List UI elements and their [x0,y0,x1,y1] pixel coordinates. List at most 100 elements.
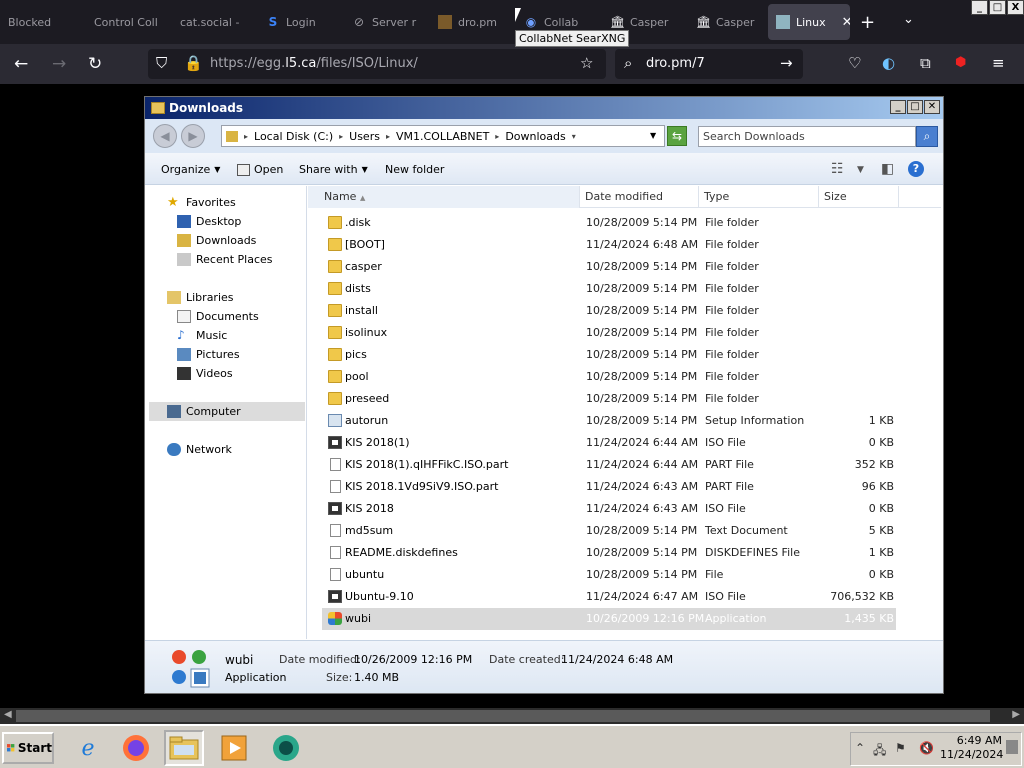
explorer-minimize-button[interactable]: _ [890,100,906,114]
windows-explorer-icon[interactable] [164,730,204,766]
organize-button[interactable]: Organize ▼ [161,163,220,176]
nav-pictures[interactable]: Pictures [177,348,240,361]
file-row[interactable]: KIS 2018.1Vd9SiV9.ISO.part 11/24/2024 6:4… [322,476,896,498]
extensions-icon[interactable]: ⧉ [920,54,931,72]
explorer-forward-button[interactable]: ▶ [181,124,205,148]
close-tab-icon[interactable]: ✕ [842,15,850,30]
file-row[interactable]: autorun 10/28/2009 5:14 PM Setup Informati… [322,410,896,432]
file-row[interactable]: pics 10/28/2009 5:14 PM File folder [322,344,896,366]
file-row[interactable]: KIS 2018(1).qIHFFikC.ISO.part 11/24/2024 … [322,454,896,476]
column-date-modified[interactable]: Date modified [580,186,699,208]
nav-favorites[interactable]: ★ Favorites [167,196,236,209]
breadcrumb[interactable]: ▸ Local Disk (C:) ▸ Users ▸ VM1.COLLABNE… [221,125,665,147]
address-dropdown-icon[interactable]: ▼ [650,131,656,140]
show-desktop-button[interactable] [1006,740,1018,754]
tab-login[interactable]: S Login [258,4,342,40]
ublock-icon[interactable]: ⬢ [955,54,966,72]
crumb-downloads[interactable]: Downloads [505,130,565,143]
scroll-right-icon[interactable]: ▶ [1012,709,1020,720]
change-view-icon[interactable]: ☷ [831,161,844,177]
tab-blocked[interactable]: Blocked [0,4,82,40]
tab-cat-social[interactable]: cat.social - [172,4,256,40]
scrollbar-thumb[interactable] [16,710,990,722]
new-folder-button[interactable]: New folder [385,163,444,176]
view-options-dropdown-icon[interactable]: ▼ [857,165,864,175]
network-tray-icon[interactable]: 🖧 [873,741,886,762]
crumb-separator[interactable]: ▸ [244,132,248,141]
file-row[interactable]: preseed 10/28/2009 5:14 PM File folder [322,388,896,410]
explorer-title-bar[interactable]: Downloads [145,97,943,119]
search-bar-text[interactable]: dro.pm/7 [646,56,705,71]
internet-explorer-icon[interactable]: ℯ [68,730,108,766]
minimize-button[interactable]: _ [971,0,988,15]
crumb-separator[interactable]: ▸ [495,132,499,141]
search-button-icon[interactable]: ⌕ [916,126,938,147]
help-icon[interactable]: ? [908,161,924,177]
preview-pane-icon[interactable]: ◧ [881,161,894,177]
restore-button[interactable]: □ [989,0,1006,15]
back-icon[interactable]: ← [14,54,28,74]
nav-libraries[interactable]: Libraries [167,291,234,304]
media-player-icon[interactable] [214,730,254,766]
nav-recent-places[interactable]: Recent Places [177,253,273,266]
menu-icon[interactable]: ≡ [992,54,1005,72]
nav-documents[interactable]: Documents [177,310,259,323]
explorer-back-button[interactable]: ◀ [153,124,177,148]
explorer-maximize-button[interactable]: □ [907,100,923,114]
url-text[interactable]: https://egg.l5.ca/files/ISO/Linux/ [210,56,418,71]
tab-control-coll[interactable]: Control Coll [86,4,170,40]
extension-theme-icon[interactable]: ◐ [882,54,895,72]
firefox-icon[interactable] [116,730,156,766]
file-row[interactable]: README.diskdefines 10/28/2009 5:14 PM DISK… [322,542,896,564]
show-hidden-icons[interactable]: ⌃ [855,741,865,755]
file-row[interactable]: install 10/28/2009 5:14 PM File folder [322,300,896,322]
file-row[interactable]: KIS 2018(1) 11/24/2024 6:44 AM ISO File 0 K… [322,432,896,454]
forward-icon[interactable]: → [52,54,66,74]
new-tab-button[interactable]: + [860,12,875,33]
crumb-local-disk[interactable]: Local Disk (C:) [254,130,333,143]
tab-linux[interactable]: Linux ✕ [768,4,850,40]
column-name[interactable]: Name ▲ [308,186,580,208]
reload-icon[interactable]: ↻ [88,54,102,74]
lock-icon[interactable]: 🔒 [184,54,203,72]
crumb-user[interactable]: VM1.COLLABNET [396,130,489,143]
go-arrow-icon[interactable]: → [780,54,793,72]
column-size[interactable]: Size [819,186,899,208]
close-button[interactable]: X [1007,0,1024,15]
pocket-icon[interactable]: ♡ [848,54,861,72]
nav-computer[interactable]: Computer [149,402,305,421]
tab-casper-2[interactable]: 🏛 Casper [688,4,766,40]
share-with-button[interactable]: Share with ▼ [299,163,368,176]
crumb-separator[interactable]: ▾ [572,132,576,141]
nav-network[interactable]: Network [167,443,232,456]
volume-muted-icon[interactable]: 🔇 [919,741,934,755]
list-all-tabs-button[interactable]: ⌄ [903,12,914,27]
file-row[interactable]: Ubuntu-9.10 11/24/2024 6:47 AM ISO File 706… [322,586,896,608]
file-row[interactable]: wubi 10/26/2009 12:16 PM Application 1,435 … [322,608,896,630]
nav-videos[interactable]: Videos [177,367,233,380]
nav-downloads[interactable]: Downloads [177,234,256,247]
start-button[interactable]: Start [2,732,54,764]
file-row[interactable]: casper 10/28/2009 5:14 PM File folder [322,256,896,278]
file-row[interactable]: [BOOT] 11/24/2024 6:48 AM File folder [322,234,896,256]
file-row[interactable]: .disk 10/28/2009 5:14 PM File folder [322,212,896,234]
file-row[interactable]: ubuntu 10/28/2009 5:14 PM File 0 KB [322,564,896,586]
tab-dro-pm[interactable]: dro.pm [430,4,514,40]
action-center-flag-icon[interactable]: ⚑ [895,741,906,755]
file-row[interactable]: pool 10/28/2009 5:14 PM File folder [322,366,896,388]
app-green-icon[interactable] [266,730,306,766]
nav-desktop[interactable]: Desktop [177,215,241,228]
shield-icon[interactable]: ⛉ [156,54,167,72]
file-row[interactable]: dists 10/28/2009 5:14 PM File folder [322,278,896,300]
crumb-separator[interactable]: ▸ [386,132,390,141]
horizontal-scrollbar[interactable]: ◀ ▶ [0,708,1024,724]
file-row[interactable]: KIS 2018 11/24/2024 6:43 AM ISO File 0 KB [322,498,896,520]
refresh-icon[interactable]: ⇆ [667,126,687,146]
file-row[interactable]: isolinux 10/28/2009 5:14 PM File folder [322,322,896,344]
explorer-close-button[interactable]: ✕ [924,100,940,114]
crumb-users[interactable]: Users [349,130,380,143]
search-downloads-input[interactable]: Search Downloads [698,126,916,147]
file-row[interactable]: md5sum 10/28/2009 5:14 PM Text Document 5 K… [322,520,896,542]
nav-music[interactable]: ♪ Music [177,329,227,343]
crumb-separator[interactable]: ▸ [339,132,343,141]
